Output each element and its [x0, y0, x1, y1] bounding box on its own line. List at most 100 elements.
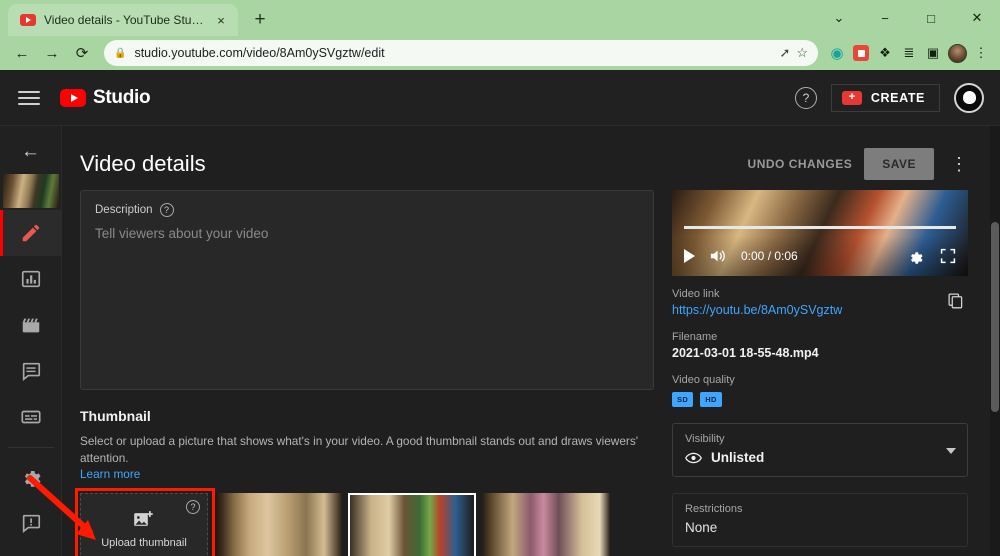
thumbnail-options-row: ? Upload thumbnail: [75, 488, 654, 556]
window-close-icon[interactable]: ✕: [954, 0, 1000, 36]
sidebar-item-details[interactable]: [0, 210, 62, 256]
browser-chrome: Video details - YouTube Studio × + ⌄ − □…: [0, 0, 1000, 70]
restrictions-value: None: [685, 520, 718, 535]
visibility-value: Unlisted: [711, 450, 765, 465]
chevron-down-icon[interactable]: ⌄: [816, 0, 862, 36]
window-controls: ⌄ − □ ✕: [816, 0, 1000, 36]
hamburger-icon[interactable]: [16, 85, 42, 111]
reload-icon[interactable]: ⟳: [68, 39, 96, 67]
sidebar-item-send-feedback[interactable]: [0, 500, 62, 546]
red-extension-icon[interactable]: [850, 42, 872, 64]
sidebar-item-subtitles[interactable]: [0, 394, 62, 440]
copy-icon[interactable]: [947, 292, 964, 314]
address-bar[interactable]: 🔒 studio.youtube.com/video/8Am0ySVgztw/e…: [104, 40, 818, 66]
sidebar-item-settings[interactable]: [0, 454, 62, 500]
upload-thumbnail-button[interactable]: ? Upload thumbnail: [75, 488, 215, 556]
volume-icon[interactable]: [709, 248, 727, 264]
auto-thumbnail-3[interactable]: [482, 493, 610, 556]
video-quality-label: Video quality: [672, 374, 735, 386]
pencil-icon: [22, 224, 39, 242]
studio-logo[interactable]: Studio: [60, 86, 151, 109]
new-tab-button[interactable]: +: [246, 6, 274, 34]
visibility-select[interactable]: Visibility Unlisted: [672, 423, 968, 477]
back-icon[interactable]: ←: [8, 39, 36, 67]
puzzle-extension-icon[interactable]: ❖: [874, 42, 896, 64]
scrollbar-thumb[interactable]: [991, 222, 999, 412]
video-link-label: Video link: [672, 288, 720, 300]
maximize-icon[interactable]: □: [908, 0, 954, 36]
thumbnail-section: Thumbnail Select or upload a picture tha…: [75, 408, 654, 556]
thumbnail-heading: Thumbnail: [80, 408, 151, 424]
restrictions-label: Restrictions: [685, 503, 743, 515]
auto-thumbnail-1[interactable]: [214, 493, 342, 556]
sidebar-item-comments[interactable]: [0, 348, 62, 394]
filename-group: Filename 2021-03-01 18-55-48.mp4: [672, 331, 968, 360]
media-list-icon[interactable]: ≣: [898, 42, 920, 64]
lock-icon: 🔒: [114, 47, 127, 59]
video-preview-player[interactable]: 0:00 / 0:06: [672, 190, 968, 276]
bookmark-star-icon[interactable]: ☆: [796, 45, 808, 61]
profile-avatar[interactable]: [946, 42, 968, 64]
tab-title: Video details - YouTube Studio: [44, 13, 204, 27]
feedback-icon: [22, 514, 40, 533]
browser-toolbar: ← → ⟳ 🔒 studio.youtube.com/video/8Am0ySV…: [0, 36, 1000, 70]
eye-icon: [685, 452, 702, 463]
help-icon[interactable]: ?: [794, 86, 817, 109]
youtube-icon: [20, 14, 36, 26]
player-time: 0:00 / 0:06: [741, 249, 798, 263]
video-quality-group: Video quality SD HD: [672, 374, 968, 407]
chevron-down-icon[interactable]: [946, 448, 956, 454]
left-rail: ←: [0, 126, 62, 556]
tab-strip: Video details - YouTube Studio × + ⌄ − □…: [0, 0, 1000, 36]
quality-badge-hd: HD: [700, 392, 722, 407]
sidebar-item-editor[interactable]: [0, 302, 62, 348]
description-placeholder: Tell viewers about your video: [95, 226, 269, 241]
gear-icon[interactable]: [907, 248, 924, 265]
progress-bar[interactable]: [684, 226, 956, 229]
auto-thumbnail-2[interactable]: [348, 493, 476, 556]
right-column: 0:00 / 0:06 Video link https://youtu.be/…: [672, 190, 968, 556]
clapperboard-icon: [22, 318, 39, 333]
browser-menu-icon[interactable]: ⋮: [970, 42, 992, 64]
scrollbar[interactable]: [990, 126, 1000, 556]
minimize-icon[interactable]: −: [862, 0, 908, 36]
header-actions: ? CREATE: [794, 82, 984, 113]
avatar[interactable]: [954, 82, 984, 113]
page-header: Video details UNDO CHANGES SAVE ⋮: [62, 126, 1000, 190]
bar-chart-icon: [21, 270, 40, 288]
quality-badge-sd: SD: [672, 392, 694, 407]
sync-icon[interactable]: ◉: [826, 42, 848, 64]
youtube-studio-app: Studio ? CREATE ⚲ Search across your cha…: [0, 70, 1000, 556]
fullscreen-icon[interactable]: [940, 248, 956, 264]
studio-header: Studio ? CREATE: [0, 70, 1000, 126]
restrictions-field[interactable]: Restrictions None: [672, 493, 968, 547]
create-button[interactable]: CREATE: [830, 83, 940, 112]
upload-thumbnail-label: Upload thumbnail: [101, 536, 187, 549]
back-arrow-icon[interactable]: ←: [9, 134, 53, 170]
forward-icon[interactable]: →: [38, 39, 66, 67]
thumbnail-description: Select or upload a picture that shows wh…: [80, 434, 638, 466]
sidebar-item-video-thumbnail[interactable]: [2, 174, 59, 208]
video-metadata: Video link https://youtu.be/8Am0ySVgztw …: [672, 276, 968, 407]
learn-more-link[interactable]: Learn more: [80, 467, 654, 481]
filename-label: Filename: [672, 331, 718, 343]
close-icon[interactable]: ×: [212, 11, 230, 29]
sidebar-item-analytics[interactable]: [0, 256, 62, 302]
undo-changes-button[interactable]: UNDO CHANGES: [748, 157, 853, 171]
video-link[interactable]: https://youtu.be/8Am0ySVgztw: [672, 303, 968, 317]
description-label: Description: [95, 204, 153, 216]
browser-tab[interactable]: Video details - YouTube Studio ×: [8, 4, 238, 36]
help-icon[interactable]: ?: [159, 203, 174, 217]
page-title: Video details: [80, 151, 206, 176]
play-icon[interactable]: [684, 249, 695, 263]
help-icon[interactable]: ?: [186, 500, 200, 515]
side-panel-icon[interactable]: ▣: [922, 42, 944, 64]
video-camera-icon: [841, 90, 862, 105]
player-controls: 0:00 / 0:06: [672, 236, 968, 276]
more-options-icon[interactable]: ⋮: [946, 155, 972, 173]
studio-logo-label: Studio: [93, 86, 151, 108]
save-button[interactable]: SAVE: [864, 148, 934, 180]
description-field[interactable]: Description ? Tell viewers about your vi…: [80, 190, 654, 390]
comment-icon: [22, 362, 40, 381]
share-icon[interactable]: ➚: [779, 45, 790, 61]
